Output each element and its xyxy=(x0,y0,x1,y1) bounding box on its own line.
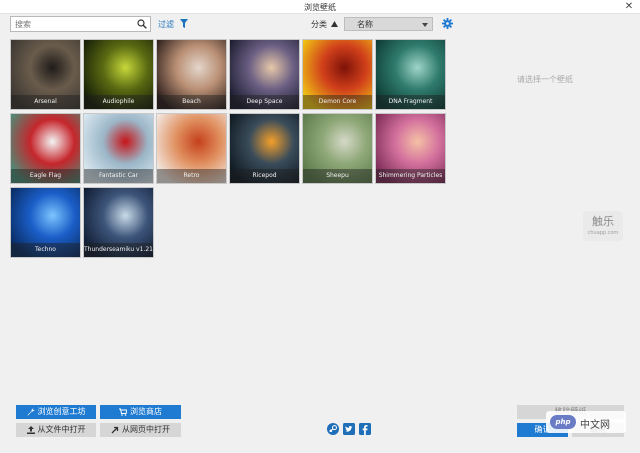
window-title: 浏览壁纸 xyxy=(304,3,336,12)
wallpaper-name: Retro xyxy=(157,169,226,183)
steam-icon[interactable] xyxy=(327,423,339,435)
gear-icon[interactable] xyxy=(442,18,453,29)
wallpaper-name: Deep Space xyxy=(230,95,299,109)
wallpaper-name: Sheepu xyxy=(303,169,372,183)
watermark-chuapp-text: 触乐 xyxy=(592,215,614,228)
twitter-icon[interactable] xyxy=(343,423,355,435)
wallpaper-tile[interactable]: Shimmering Particles xyxy=(375,113,446,184)
open-from-web-label: 从网页中打开 xyxy=(122,425,170,434)
wallpaper-name: Fantastic Car xyxy=(84,169,153,183)
sort-ascending-icon[interactable] xyxy=(331,21,338,27)
search-box[interactable] xyxy=(10,16,151,32)
wallpaper-tile[interactable]: Retro xyxy=(156,113,227,184)
watermark-chuapp-url: chuapp.com xyxy=(587,230,619,236)
watermark-php-logo: php xyxy=(550,415,576,429)
upload-icon xyxy=(26,425,35,434)
sort-label: 分类 xyxy=(311,20,327,29)
wallpaper-name: Thunderseamiku v1.21 xyxy=(84,243,153,257)
close-button[interactable]: ✕ xyxy=(622,0,636,14)
wallpaper-tile[interactable]: Beach xyxy=(156,39,227,110)
wallpaper-name: Shimmering Particles xyxy=(376,169,445,183)
wallpaper-tile[interactable]: Ricepod xyxy=(229,113,300,184)
preview-placeholder: 请选择一个壁纸 xyxy=(517,75,573,84)
wallpaper-name: Eagle Flag xyxy=(11,169,80,183)
sort-dropdown[interactable]: 名称 xyxy=(344,17,433,31)
open-from-file-label: 从文件中打开 xyxy=(37,425,86,434)
watermark-php-cn: php 中文网 xyxy=(546,411,626,433)
wrench-icon xyxy=(27,408,34,415)
wallpaper-tile[interactable]: Sheepu xyxy=(302,113,373,184)
browse-workshop-button[interactable]: 浏览创意工坊 xyxy=(16,405,96,419)
browse-store-label: 浏览商店 xyxy=(130,407,162,416)
sort-dropdown-value: 名称 xyxy=(357,20,373,29)
cart-icon xyxy=(119,408,127,416)
wallpaper-name: Techno xyxy=(11,243,80,257)
watermark-php-text: 中文网 xyxy=(580,420,610,431)
search-input[interactable] xyxy=(11,17,135,31)
title-bar: 浏览壁纸 ✕ xyxy=(0,0,640,14)
wallpaper-name: Beach xyxy=(157,95,226,109)
wallpaper-grid: Arsenal Audiophile Beach Deep Space Demo… xyxy=(10,39,450,261)
wallpaper-tile[interactable]: Audiophile xyxy=(83,39,154,110)
wallpaper-name: Ricepod xyxy=(230,169,299,183)
wallpaper-name: Arsenal xyxy=(11,95,80,109)
wallpaper-tile[interactable]: Fantastic Car xyxy=(83,113,154,184)
wallpaper-tile[interactable]: Techno xyxy=(10,187,81,258)
wallpaper-name: Demon Core xyxy=(303,95,372,109)
search-icon[interactable] xyxy=(137,19,147,29)
wallpaper-name: Audiophile xyxy=(84,95,153,109)
wallpaper-tile[interactable]: Arsenal xyxy=(10,39,81,110)
filter-icon[interactable] xyxy=(180,19,188,28)
arrow-icon xyxy=(111,426,119,433)
browse-store-button[interactable]: 浏览商店 xyxy=(100,405,181,419)
open-from-file-button[interactable]: 从文件中打开 xyxy=(16,423,96,437)
wallpaper-tile[interactable]: Thunderseamiku v1.21 xyxy=(83,187,154,258)
wallpaper-tile[interactable]: Deep Space xyxy=(229,39,300,110)
wallpaper-tile[interactable]: Eagle Flag xyxy=(10,113,81,184)
wallpaper-tile[interactable]: Demon Core xyxy=(302,39,373,110)
browse-workshop-label: 浏览创意工坊 xyxy=(37,407,86,416)
open-from-web-button[interactable]: 从网页中打开 xyxy=(100,423,181,437)
filter-link[interactable]: 过滤 xyxy=(158,19,174,30)
wallpaper-name: DNA Fragment xyxy=(376,95,445,109)
facebook-icon[interactable] xyxy=(359,423,371,435)
watermark-chuapp: 触乐 chuapp.com xyxy=(583,211,623,241)
wallpaper-tile[interactable]: DNA Fragment xyxy=(375,39,446,110)
chevron-down-icon xyxy=(422,23,428,27)
